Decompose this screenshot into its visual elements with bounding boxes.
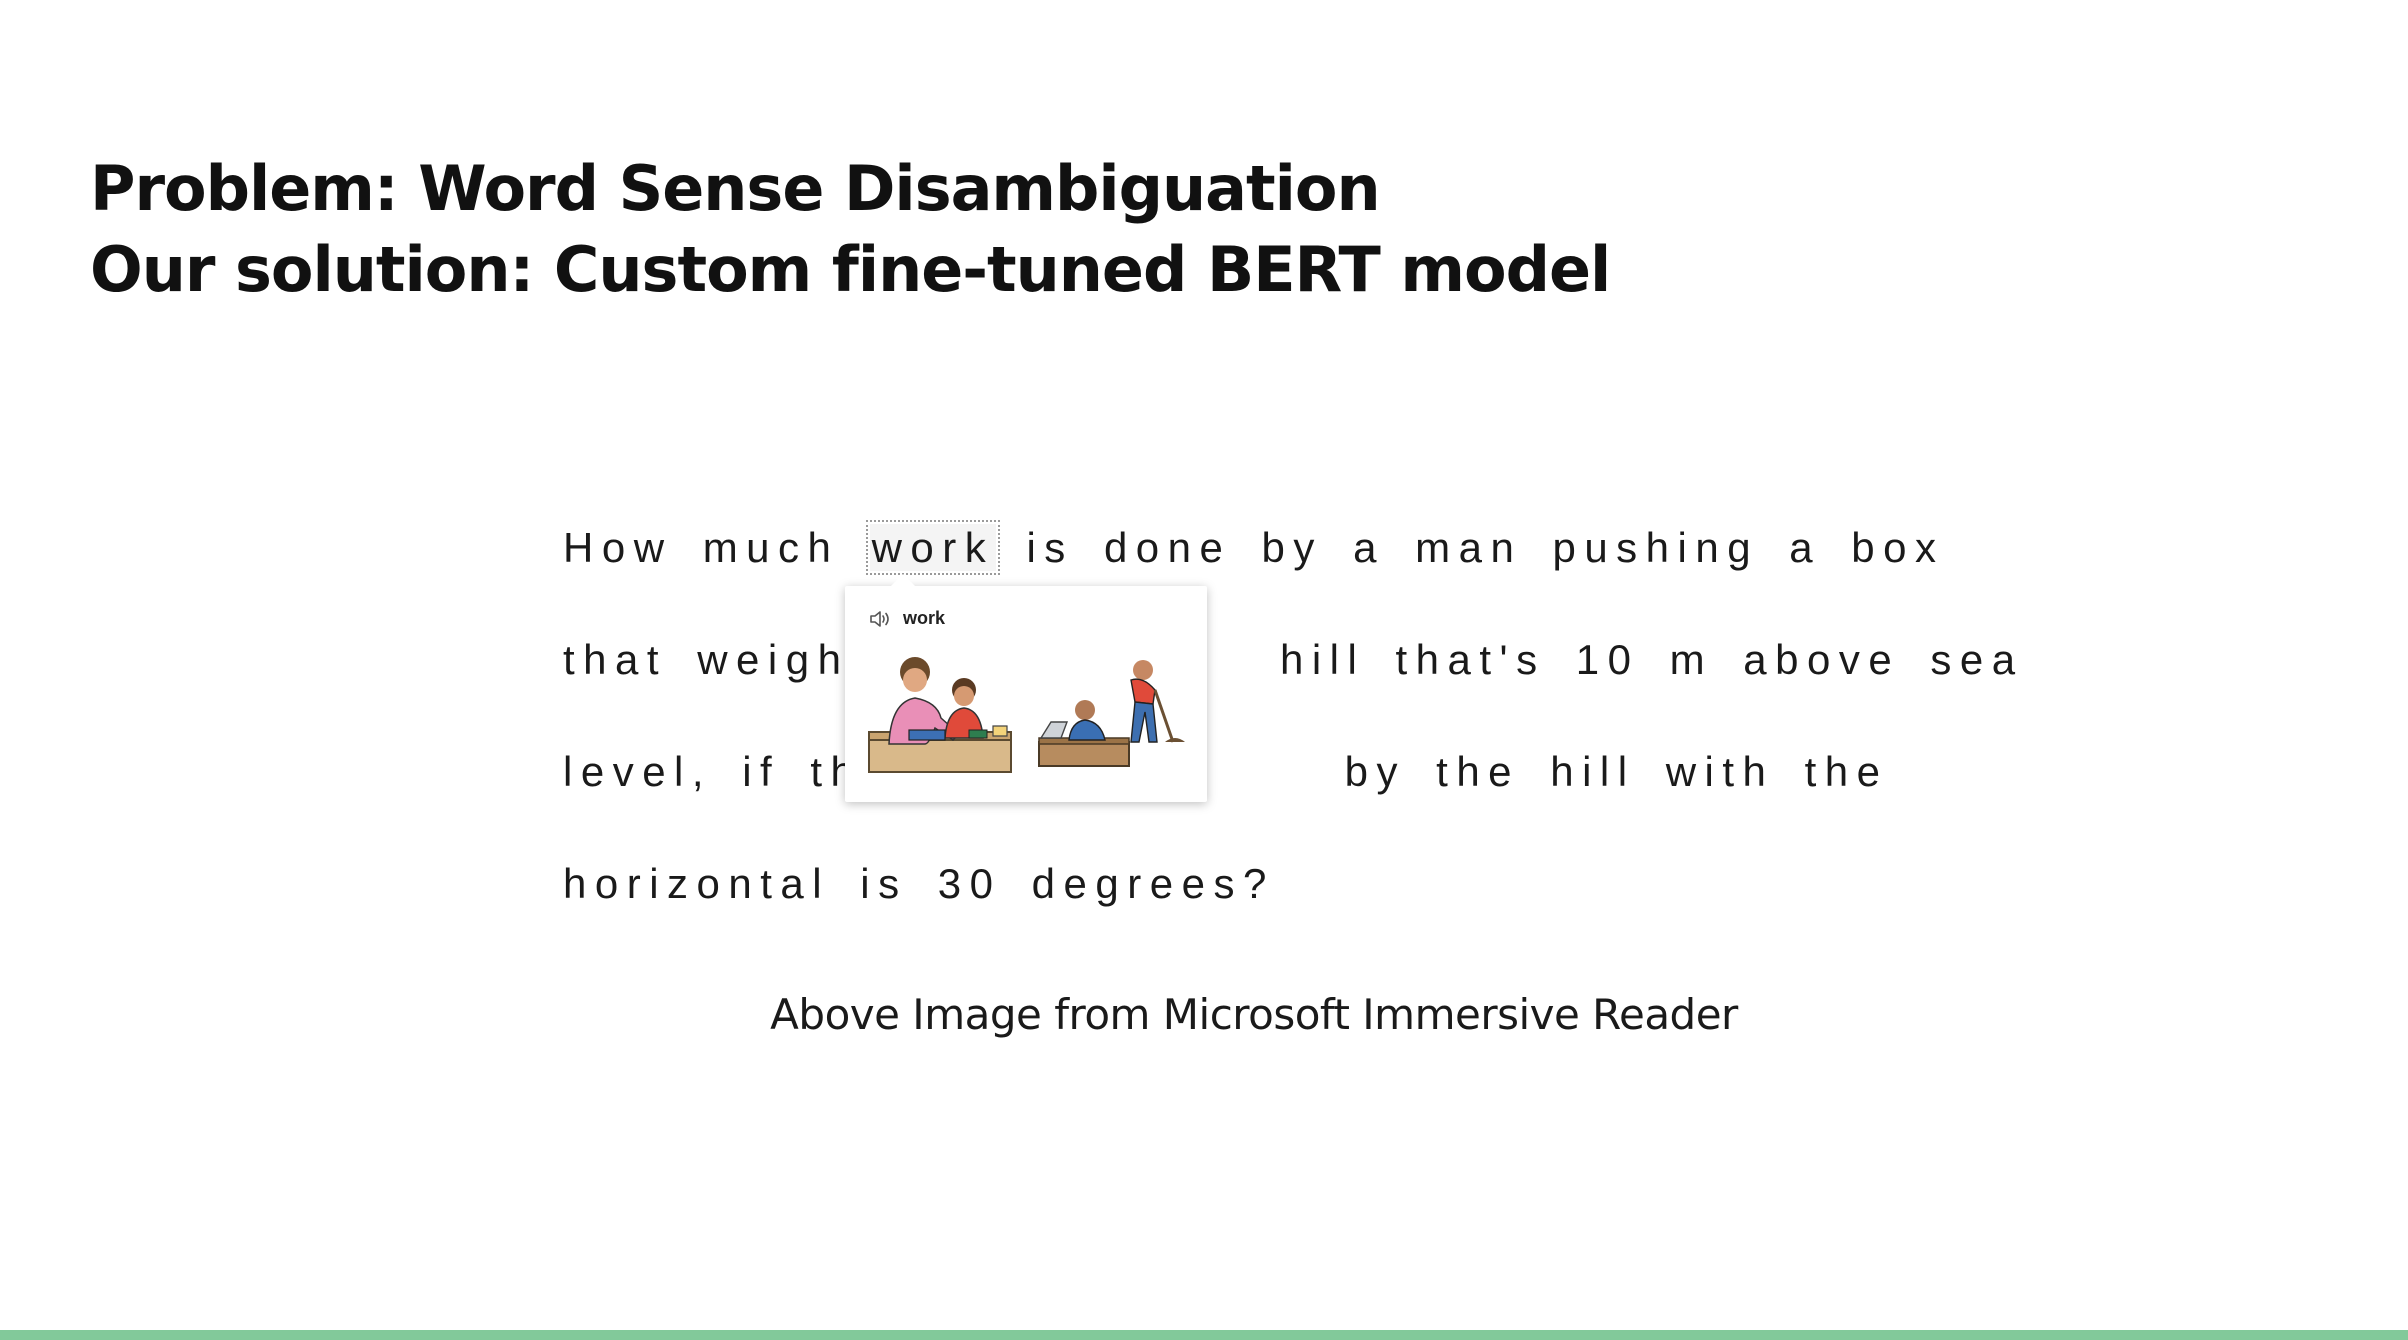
caption-container: Above Image from Microsoft Immersive Rea… bbox=[0, 0, 2408, 1340]
accent-bar bbox=[0, 1330, 2408, 1340]
slide: Problem: Word Sense Disambiguation Our s… bbox=[0, 0, 2408, 1340]
image-caption: Above Image from Microsoft Immersive Rea… bbox=[770, 990, 1738, 1039]
